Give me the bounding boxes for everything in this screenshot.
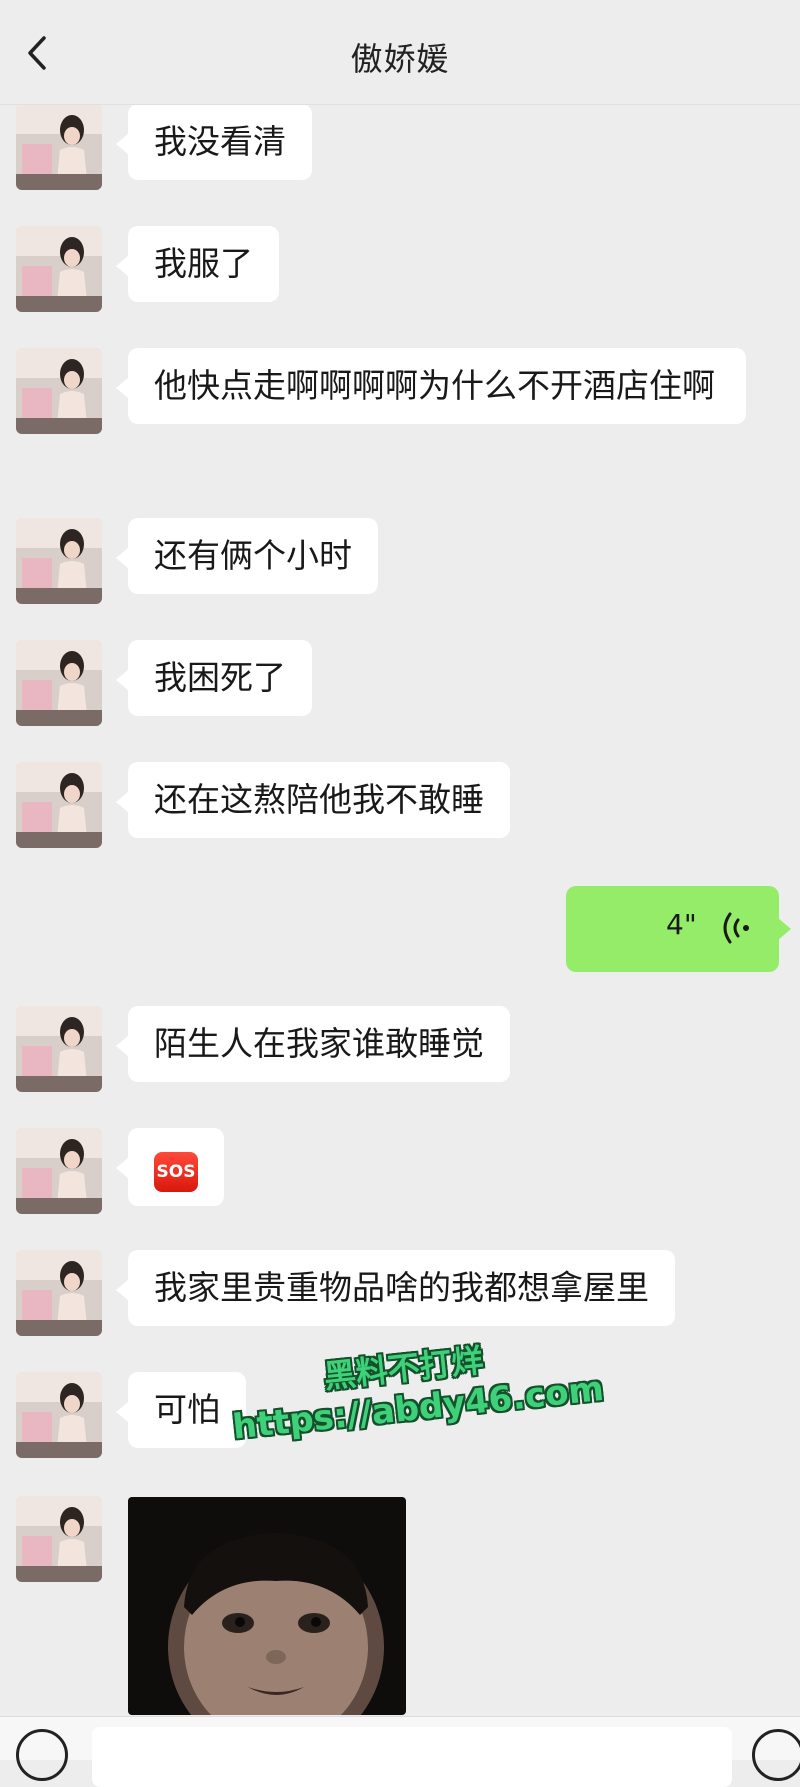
message-bubble[interactable]: 他快点走啊啊啊啊为什么不开酒店住啊 <box>116 348 746 424</box>
watermark: 黑料不打烊 https://abdy46.com <box>226 1322 615 1471</box>
message-text: 我困死了 <box>154 658 286 697</box>
message-bubble[interactable]: 我家里贵重物品啥的我都想拿屋里 <box>116 1250 675 1326</box>
avatar[interactable] <box>16 762 102 848</box>
avatar[interactable] <box>16 1006 102 1092</box>
message-bubble[interactable]: 我困死了 <box>116 640 312 716</box>
voice-mode-icon[interactable] <box>16 1729 68 1781</box>
message-text: 还有俩个小时 <box>154 536 352 575</box>
child-face-sticker <box>128 1497 406 1715</box>
avatar[interactable] <box>16 1128 102 1214</box>
message-text: 我没看清 <box>154 122 286 161</box>
message-bubble[interactable]: 我没看清 <box>116 104 312 180</box>
avatar[interactable] <box>16 518 102 604</box>
input-bar <box>0 1716 800 1787</box>
watermark-url: https://abdy46.com <box>230 1368 606 1448</box>
message-bubble[interactable]: 陌生人在我家谁敢睡觉 <box>116 1006 510 1082</box>
avatar[interactable] <box>16 640 102 726</box>
message-bubble[interactable]: 可怕 <box>116 1372 246 1448</box>
avatar[interactable] <box>16 1372 102 1458</box>
chat-title: 傲娇媛 <box>350 40 450 78</box>
message-text: 陌生人在我家谁敢睡觉 <box>154 1024 484 1063</box>
message-bubble[interactable]: 我服了 <box>116 226 279 302</box>
sos-emoji-icon: SOS <box>154 1152 198 1192</box>
avatar[interactable] <box>16 1250 102 1336</box>
voice-duration: 4" <box>666 908 697 941</box>
plus-circle-icon[interactable] <box>752 1729 800 1781</box>
avatar[interactable] <box>16 104 102 190</box>
avatar[interactable] <box>16 226 102 312</box>
voice-message[interactable]: 4" <box>566 886 791 972</box>
message-text: 还在这熬陪他我不敢睡 <box>154 780 484 819</box>
message-bubble[interactable]: 还在这熬陪他我不敢睡 <box>116 762 510 838</box>
voice-wave-icon <box>723 912 749 944</box>
message-text: 他快点走啊啊啊啊为什么不开酒店住啊 <box>154 366 715 405</box>
message-bubble[interactable]: 还有俩个小时 <box>116 518 378 594</box>
avatar[interactable] <box>16 348 102 434</box>
message-text: 可怕 <box>154 1390 220 1429</box>
message-input[interactable] <box>92 1727 732 1787</box>
image-message[interactable] <box>128 1497 406 1715</box>
chat-header: 傲娇媛 <box>0 0 800 105</box>
chat-area: 我没看清 我服了 他快点走啊啊啊啊为什么不开酒店住啊 还有俩个小时 我困死了 还… <box>0 0 800 1759</box>
watermark-title: 黑料不打烊 <box>322 1341 486 1396</box>
message-text: 我家里贵重物品啥的我都想拿屋里 <box>154 1268 649 1307</box>
message-bubble[interactable]: SOS <box>116 1128 224 1206</box>
avatar[interactable] <box>16 1496 102 1582</box>
message-text: 我服了 <box>154 244 253 283</box>
